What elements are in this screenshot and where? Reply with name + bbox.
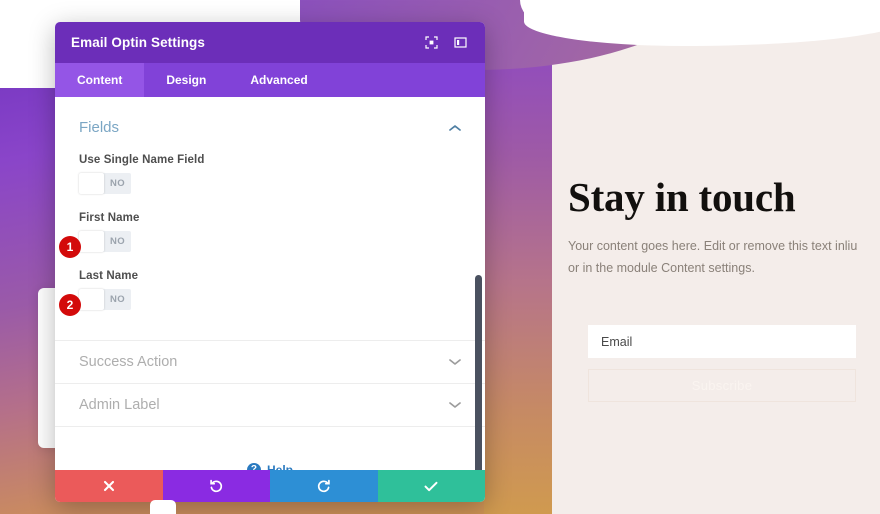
section-admin-label[interactable]: Admin Label	[55, 383, 485, 426]
modal-scrollbar[interactable]	[475, 275, 482, 470]
fullscreen-icon[interactable]	[423, 34, 440, 51]
toggle-value: NO	[109, 236, 126, 247]
gradient-divider-strip	[484, 0, 552, 514]
undo-button[interactable]	[162, 470, 270, 502]
toggle-use-single-name-field[interactable]: NO	[79, 173, 131, 194]
fields-section-header[interactable]: Fields	[79, 119, 461, 136]
optin-form: Subscribe	[588, 325, 856, 402]
field-label: Use Single Name Field	[79, 154, 205, 166]
field-label: First Name	[79, 212, 140, 224]
toggle-knob	[79, 231, 104, 252]
field-use-single-name: Use Single Name Field NO	[79, 154, 461, 194]
section-title: Success Action	[79, 354, 178, 370]
tab-advanced[interactable]: Advanced	[228, 63, 329, 97]
toggle-value: NO	[109, 294, 126, 305]
optin-title: Stay in touch	[568, 174, 796, 220]
field-last-name: Last Name 2 NO	[59, 270, 461, 316]
screen: Stay in touch Your content goes here. Ed…	[0, 0, 880, 514]
field-label: Last Name	[79, 270, 139, 282]
tab-design[interactable]: Design	[144, 63, 228, 97]
toggle-value: NO	[109, 178, 126, 189]
fields-section-title: Fields	[79, 119, 120, 136]
toggle-knob	[79, 289, 104, 310]
check-icon	[424, 481, 438, 492]
modal-title: Email Optin Settings	[71, 35, 206, 50]
annotation-badge-1: 1	[59, 236, 81, 258]
email-optin-settings-modal: Email Optin Settings Content Design Adva…	[55, 22, 485, 502]
chevron-down-icon[interactable]	[449, 358, 461, 366]
section-success-action[interactable]: Success Action	[55, 340, 485, 383]
modal-header: Email Optin Settings	[55, 22, 485, 63]
tab-content[interactable]: Content	[55, 63, 145, 97]
optin-content: Stay in touch Your content goes here. Ed…	[568, 175, 860, 279]
close-icon	[103, 480, 115, 492]
cancel-button[interactable]	[55, 470, 163, 502]
modal-header-icons	[423, 34, 469, 51]
toggle-last-name[interactable]: NO	[79, 289, 131, 310]
chevron-down-icon[interactable]	[449, 401, 461, 409]
section-title: Admin Label	[79, 397, 160, 413]
modal-body: Fields Use Single Name Field NO First Na…	[55, 97, 485, 470]
save-button[interactable]	[377, 470, 485, 502]
toggle-knob	[79, 173, 104, 194]
modal-action-bar	[55, 470, 485, 502]
toggle-first-name[interactable]: NO	[79, 231, 131, 252]
modal-tabs: Content Design Advanced	[55, 63, 485, 97]
redo-button[interactable]	[270, 470, 378, 502]
fields-section: Fields Use Single Name Field NO First Na…	[55, 97, 485, 318]
redo-icon	[317, 479, 331, 493]
subscribe-button[interactable]: Subscribe	[588, 369, 856, 402]
field-first-name: First Name 1 NO	[59, 212, 461, 258]
undo-icon	[209, 479, 223, 493]
help-link[interactable]: Help	[267, 463, 293, 471]
chevron-up-icon[interactable]	[449, 124, 461, 132]
email-input[interactable]	[588, 325, 856, 358]
background-nub-shape	[150, 500, 176, 514]
optin-description: Your content goes here. Edit or remove t…	[568, 239, 858, 275]
layout-toggle-icon[interactable]	[452, 34, 469, 51]
annotation-badge-2: 2	[59, 294, 81, 316]
help-row: ? Help	[55, 426, 485, 470]
question-mark-icon[interactable]: ?	[246, 462, 261, 470]
